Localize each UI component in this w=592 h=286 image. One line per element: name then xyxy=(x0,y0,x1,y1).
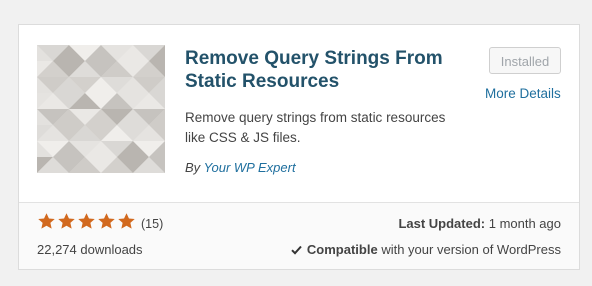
star-icon xyxy=(98,213,115,229)
plugin-thumbnail[interactable] xyxy=(37,45,165,173)
plugin-card: Remove Query Strings From Static Resourc… xyxy=(18,24,580,270)
last-updated-value: 1 month ago xyxy=(485,216,561,231)
author-link[interactable]: Your WP Expert xyxy=(204,160,296,175)
author-prefix: By xyxy=(185,160,204,175)
star-icon xyxy=(58,213,75,229)
num-ratings[interactable]: (15) xyxy=(141,217,163,231)
star-icon xyxy=(38,213,55,229)
plugin-author: By Your WP Expert xyxy=(185,160,296,175)
download-count: 22,274 downloads xyxy=(37,242,143,257)
rating: (15) xyxy=(37,213,163,235)
more-details-link[interactable]: More Details xyxy=(485,86,561,101)
star-icon xyxy=(78,213,95,229)
compatibility: Compatible with your version of WordPres… xyxy=(291,242,561,257)
plugin-title[interactable]: Remove Query Strings From Static Resourc… xyxy=(185,47,465,93)
compatible-text: with your version of WordPress xyxy=(377,242,561,257)
plugin-card-footer: (15) 22,274 downloads Last Updated: 1 mo… xyxy=(19,202,579,269)
installed-button[interactable]: Installed xyxy=(489,47,561,74)
plugin-description: Remove query strings from static resourc… xyxy=(185,110,446,145)
plugin-card-top: Remove Query Strings From Static Resourc… xyxy=(19,25,579,201)
last-updated-label: Last Updated: xyxy=(398,216,486,231)
rating-stars xyxy=(37,212,137,236)
checkmark-icon xyxy=(291,245,302,255)
star-icon xyxy=(118,213,135,229)
last-updated: Last Updated: 1 month ago xyxy=(398,216,561,231)
compatible-label: Compatible xyxy=(306,242,378,257)
